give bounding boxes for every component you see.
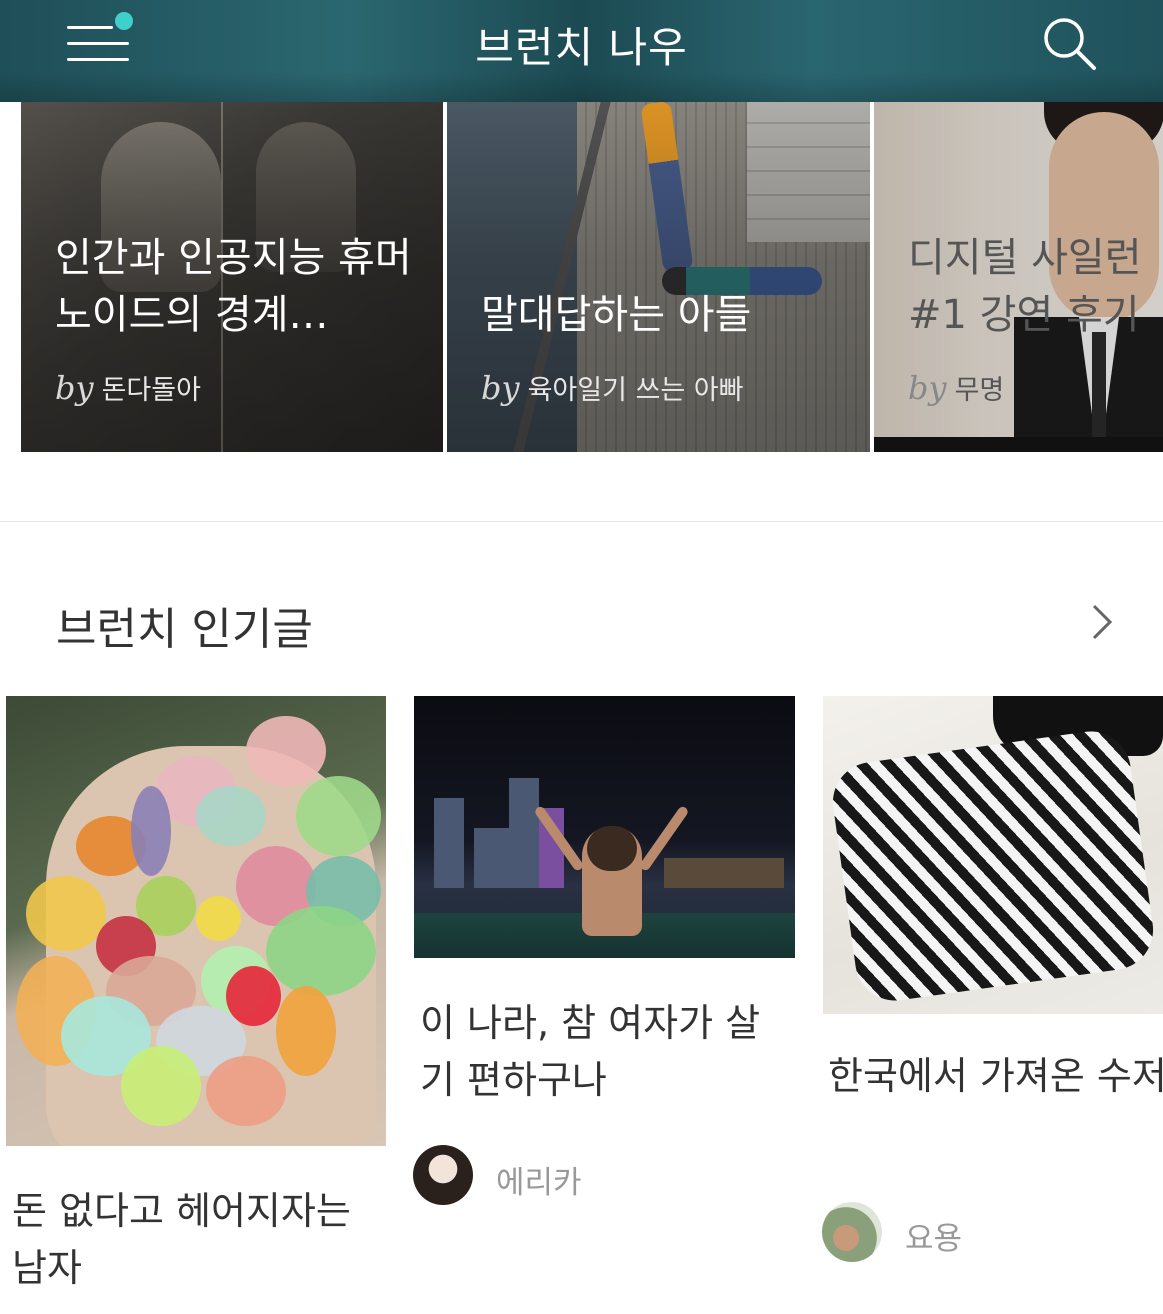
featured-card[interactable]: 인간과 인공지능 휴머노이드의 경계… by 돈다돌아 (21, 102, 443, 452)
chevron-right-icon (1092, 604, 1113, 640)
section-more-button[interactable] (1088, 602, 1116, 642)
post-author[interactable]: 요용 (905, 1213, 962, 1258)
thumbnail-detail (196, 896, 241, 941)
thumbnail-detail (196, 786, 266, 846)
thumbnail-detail (474, 828, 514, 888)
featured-title: 인간과 인공지능 휴머노이드의 경계… (55, 235, 412, 338)
post-thumbnail[interactable] (6, 696, 386, 1146)
featured-byline: by 돈다돌아 (55, 368, 201, 407)
thumbnail-detail (246, 716, 326, 786)
thumbnail-detail (434, 798, 464, 888)
by-label: by (481, 369, 520, 407)
featured-title: 말대답하는 아들 (481, 292, 752, 338)
page-title: 브런치 나우 (475, 23, 688, 72)
by-label: by (55, 369, 94, 407)
post-thumbnail[interactable] (823, 696, 1163, 1014)
thumbnail-detail (509, 778, 539, 888)
thumbnail-detail (131, 786, 171, 876)
section-divider (0, 521, 1163, 522)
featured-card[interactable]: 말대답하는 아들 by 육아일기 쓰는 아빠 (447, 102, 870, 452)
thumbnail-detail (276, 986, 336, 1076)
thumbnail-detail (587, 826, 637, 871)
post-author[interactable]: 에리카 (496, 1157, 582, 1202)
avatar[interactable] (413, 1145, 473, 1205)
thumbnail-detail (121, 1046, 201, 1126)
featured-author: 돈다돌아 (101, 375, 201, 406)
featured-byline: by 무명 (908, 368, 1004, 407)
by-label: by (908, 369, 947, 407)
section-title: 브런치 인기글 (56, 604, 313, 655)
post-title[interactable]: 돈 없다고 헤어지자는 남자 (12, 1183, 382, 1297)
featured-card[interactable]: 디지털 사일런 #1 강연 후기 by 무명 (874, 102, 1163, 437)
thumbnail-detail (664, 858, 784, 888)
post-title[interactable]: 한국에서 가져온 수저 마스크에 대한 엇갈린 (828, 1048, 1163, 1105)
featured-card-bottom-bar (874, 437, 1163, 452)
post-title[interactable]: 이 나라, 참 여자가 살 기 편하구나 (420, 995, 790, 1109)
featured-author: 육아일기 쓰는 아빠 (527, 375, 744, 406)
post-thumbnail[interactable] (414, 696, 795, 958)
featured-byline: by 육아일기 쓰는 아빠 (481, 368, 743, 407)
search-button[interactable] (1036, 14, 1102, 72)
featured-title: 디지털 사일런 #1 강연 후기 (908, 235, 1142, 338)
avatar[interactable] (822, 1202, 882, 1262)
thumbnail-detail (827, 726, 1159, 1006)
thumbnail-detail (206, 1056, 286, 1126)
search-icon (1044, 18, 1096, 70)
thumbnail-detail (296, 776, 381, 856)
thumbnail-detail (26, 876, 106, 951)
thumbnail-detail (266, 906, 376, 996)
featured-author: 무명 (954, 375, 1005, 406)
app-header: 브런치 나우 (0, 0, 1163, 102)
